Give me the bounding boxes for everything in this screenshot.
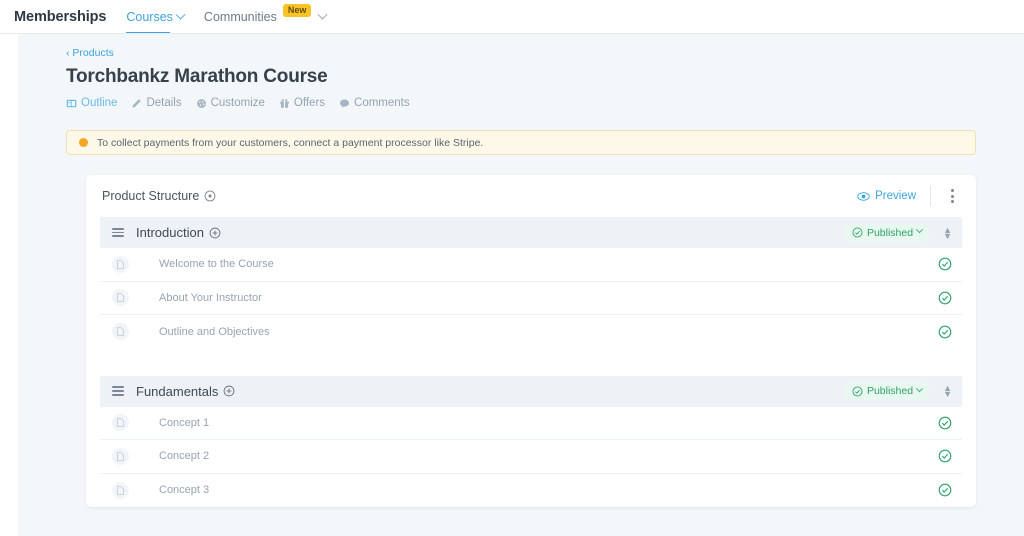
card-header: Product Structure Preview (86, 175, 976, 217)
sort-updown-icon[interactable]: ▲ ▼ (943, 384, 952, 399)
status-badge[interactable]: Published (844, 382, 930, 400)
lesson-row[interactable]: Concept 2 (100, 440, 962, 474)
chevron-down-icon (175, 9, 186, 20)
main-content: ‹ Products Torchbankz Marathon Course Ou… (18, 34, 1024, 536)
section-fundamentals: Fundamentals Published ▲ ▼ Concept 1 Con… (100, 375, 962, 507)
chevron-down-icon[interactable] (317, 9, 328, 20)
lesson-name: Concept 1 (159, 416, 210, 429)
check-circle-icon[interactable] (938, 291, 952, 305)
left-rail (0, 34, 18, 536)
section-header[interactable]: Introduction Published ▲ ▼ (100, 217, 962, 248)
document-icon (112, 481, 129, 499)
chevron-down-icon (916, 226, 924, 234)
check-circle-icon (852, 227, 863, 238)
lesson-row[interactable]: Concept 3 (100, 473, 962, 507)
pencil-icon (131, 98, 142, 109)
brand-logo[interactable]: Memberships (14, 9, 106, 25)
lesson-name: Outline and Objectives (159, 325, 270, 338)
breadcrumb-label: Products (72, 47, 114, 59)
tab-customize[interactable]: Customize (196, 97, 265, 109)
layout-icon (66, 98, 77, 109)
tab-offers[interactable]: Offers (279, 97, 325, 109)
lesson-row[interactable]: Concept 1 (100, 406, 962, 440)
document-icon (112, 323, 129, 341)
gift-icon (279, 98, 290, 109)
top-navigation-bar: Memberships Courses Communities New (0, 0, 1024, 34)
section-title-label: Fundamentals (136, 383, 219, 399)
nav-item-communities[interactable]: Communities New (203, 0, 328, 34)
card-title: Product Structure (102, 189, 216, 203)
chevron-down-icon (916, 384, 924, 392)
check-circle-icon (852, 386, 863, 397)
section-title: Fundamentals (136, 384, 235, 399)
plus-circle-icon[interactable] (209, 227, 221, 239)
tab-offers-label: Offers (293, 97, 326, 109)
alert-message: To collect payments from your customers,… (97, 136, 484, 149)
tab-details[interactable]: Details (131, 97, 182, 109)
check-circle-icon[interactable] (938, 483, 952, 497)
nav-item-communities-label: Communities (203, 10, 277, 24)
document-icon (112, 289, 129, 307)
section-title: Introduction (136, 225, 221, 240)
document-icon (112, 255, 129, 273)
document-icon (112, 447, 129, 465)
palette-icon (196, 98, 207, 109)
eye-icon (857, 190, 870, 203)
header-divider (930, 186, 931, 206)
drag-handle-icon[interactable] (112, 386, 124, 396)
product-structure-card: Product Structure Preview Introduction P… (86, 175, 976, 507)
status-badge-label: Published (866, 226, 914, 239)
check-circle-icon[interactable] (938, 257, 952, 271)
page-title: Torchbankz Marathon Course (66, 66, 328, 87)
section-header[interactable]: Fundamentals Published ▲ ▼ (100, 375, 962, 407)
kebab-menu-icon[interactable] (945, 185, 960, 207)
lesson-name: Welcome to the Course (159, 258, 274, 271)
tab-outline[interactable]: Outline (66, 97, 117, 109)
plus-circle-icon[interactable] (223, 385, 235, 397)
check-circle-icon[interactable] (938, 325, 952, 339)
new-badge: New (282, 3, 312, 17)
tab-outline-label: Outline (81, 97, 118, 109)
tab-comments[interactable]: Comments (339, 97, 410, 109)
section-introduction: Introduction Published ▲ ▼ Welcome to th… (100, 217, 962, 349)
warning-dot-icon (79, 138, 88, 147)
product-subtabs: Outline Details Customize Offers Comment… (66, 97, 1024, 109)
info-circle-icon[interactable] (204, 190, 216, 202)
drag-handle-icon[interactable] (112, 227, 124, 238)
status-badge[interactable]: Published (844, 223, 930, 242)
lesson-row[interactable]: Outline and Objectives (100, 315, 962, 349)
check-circle-icon[interactable] (938, 449, 952, 463)
payment-processor-alert: To collect payments from your customers,… (66, 130, 976, 155)
lesson-row[interactable]: About Your Instructor (100, 281, 962, 315)
nav-item-courses[interactable]: Courses (126, 0, 186, 34)
lesson-name: About Your Instructor (159, 291, 262, 304)
breadcrumb[interactable]: ‹ Products (66, 47, 1024, 59)
section-title-label: Introduction (136, 225, 204, 240)
tab-customize-label: Customize (210, 97, 265, 109)
tab-comments-label: Comments (354, 97, 410, 109)
page-body: ‹ Products Torchbankz Marathon Course Ou… (0, 34, 1024, 536)
document-icon (112, 414, 129, 432)
sort-updown-icon[interactable]: ▲ ▼ (943, 225, 952, 240)
lesson-row[interactable]: Welcome to the Course (100, 248, 962, 282)
status-badge-label: Published (866, 385, 914, 397)
comment-icon (339, 98, 350, 109)
lesson-name: Concept 3 (159, 484, 210, 497)
lesson-name: Concept 2 (159, 450, 210, 463)
preview-button-label: Preview (875, 190, 916, 202)
card-title-label: Product Structure (102, 189, 200, 203)
preview-button[interactable]: Preview (857, 190, 916, 203)
tab-details-label: Details (146, 97, 182, 109)
nav-item-courses-label: Courses (126, 10, 173, 24)
check-circle-icon[interactable] (938, 416, 952, 430)
